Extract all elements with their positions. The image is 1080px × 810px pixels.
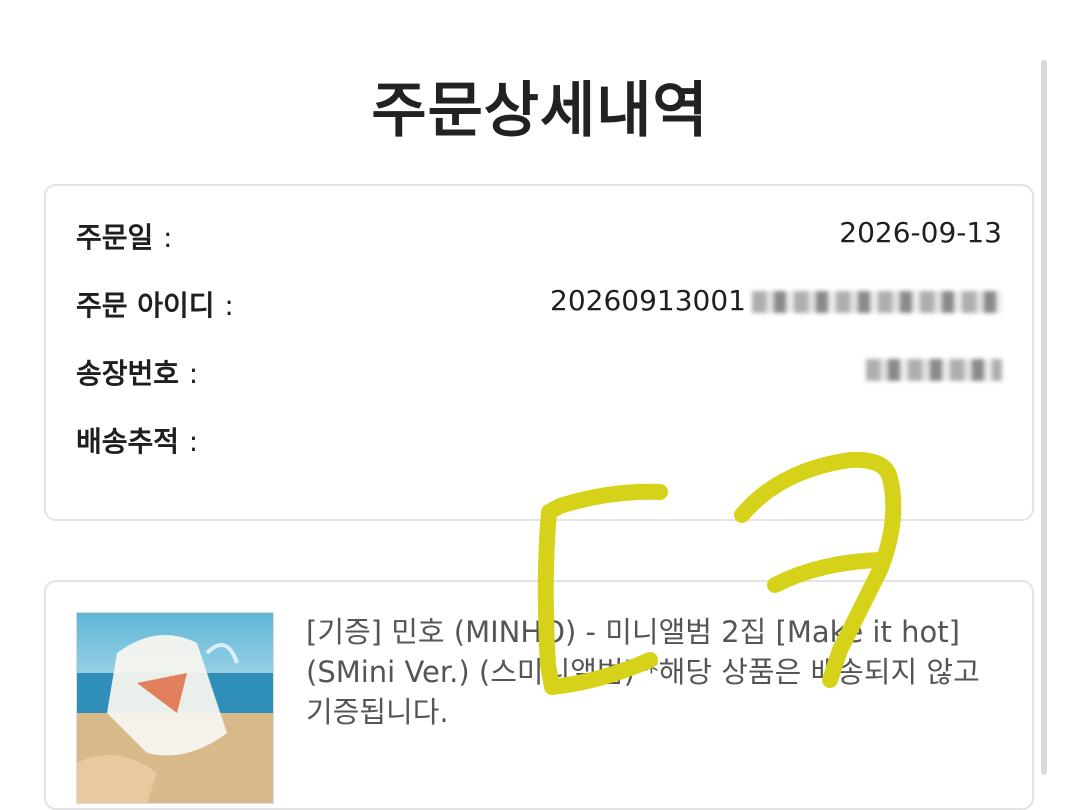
order-id-value: 20260913001 <box>550 284 746 317</box>
tracking-row[interactable]: 배송추적 : <box>76 420 1002 464</box>
order-id-label: 주문 아이디 <box>76 289 215 322</box>
scrollbar[interactable] <box>1041 60 1047 775</box>
invoice-label: 송장번호 <box>76 357 180 390</box>
order-date-row: 주문일 : 2026-09-13 <box>76 216 1002 260</box>
product-card[interactable]: [기증] 민호 (MINHO) - 미니앨범 2집 [Make it hot] … <box>44 580 1034 810</box>
invoice-row: 송장번호 : <box>76 352 1002 396</box>
order-id-row: 주문 아이디 : 20260913001 <box>76 284 1002 328</box>
colon: : <box>224 289 234 322</box>
order-date-value: 2026-09-13 <box>839 216 1002 249</box>
order-date-label: 주문일 <box>76 221 154 254</box>
colon: : <box>188 357 199 390</box>
order-info-card: 주문일 : 2026-09-13 주문 아이디 : 20260913001 송장… <box>44 184 1034 521</box>
tracking-label: 배송추적 <box>76 425 180 458</box>
redacted-block <box>866 359 1002 381</box>
page-title: 주문상세내역 <box>371 76 709 146</box>
redacted-block <box>752 291 1002 313</box>
product-name[interactable]: [기증] 민호 (MINHO) - 미니앨범 2집 [Make it hot] … <box>306 612 1006 732</box>
colon: : <box>188 425 199 458</box>
colon: : <box>163 221 173 254</box>
product-thumbnail[interactable] <box>76 612 274 804</box>
